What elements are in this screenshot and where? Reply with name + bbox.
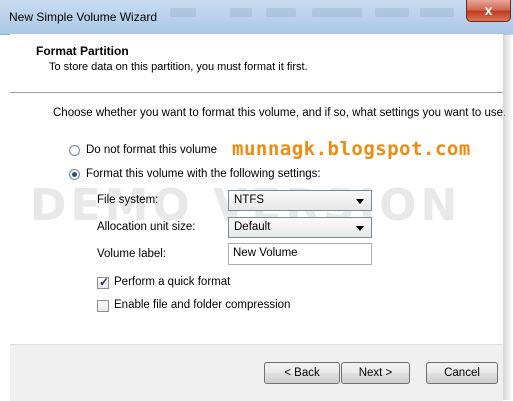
file-system-label: File system: [97,194,159,206]
next-button[interactable]: Next > [341,362,410,384]
page-subtitle: To store data on this partition, you mus… [49,61,308,73]
compression-label[interactable]: Enable file and folder compression [114,299,290,311]
file-system-select[interactable]: NTFS [228,190,372,211]
volume-label-value: New Volume [233,247,298,259]
dropdown-arrow-icon [356,199,364,204]
volume-label-input[interactable]: New Volume [228,243,372,265]
radio-format-label[interactable]: Format this volume with the following se… [86,168,321,180]
radio-button-selected-icon[interactable] [69,169,80,180]
close-button[interactable]: x [466,0,511,22]
file-system-value: NTFS [234,194,265,206]
window-title: New Simple Volume Wizard [9,10,158,24]
back-button[interactable]: < Back [264,362,340,384]
radio-no-format[interactable] [69,145,80,156]
allocation-unit-label: Allocation unit size: [97,221,196,233]
compression-checkbox[interactable] [97,300,109,312]
allocation-unit-select[interactable]: Default [228,217,372,238]
instruction-text: Choose whether you want to format this v… [53,107,507,119]
quick-format-checkbox[interactable] [97,275,109,289]
page-title: Format Partition [36,44,129,58]
title-bar[interactable]: New Simple Volume Wizard x [0,0,513,35]
radio-button-icon[interactable] [69,145,80,156]
radio-no-format-label[interactable]: Do not format this volume [86,144,217,156]
allocation-unit-value: Default [234,221,271,233]
window-shadow [503,34,513,400]
blog-overlay-text: munnagk.blogspot.com [232,138,471,160]
radio-format[interactable] [69,169,80,180]
dropdown-arrow-icon [356,226,364,231]
cancel-button[interactable]: Cancel [426,362,498,384]
quick-format-label[interactable]: Perform a quick format [114,276,230,288]
volume-label-label: Volume label: [97,248,167,260]
close-icon: x [484,2,493,18]
